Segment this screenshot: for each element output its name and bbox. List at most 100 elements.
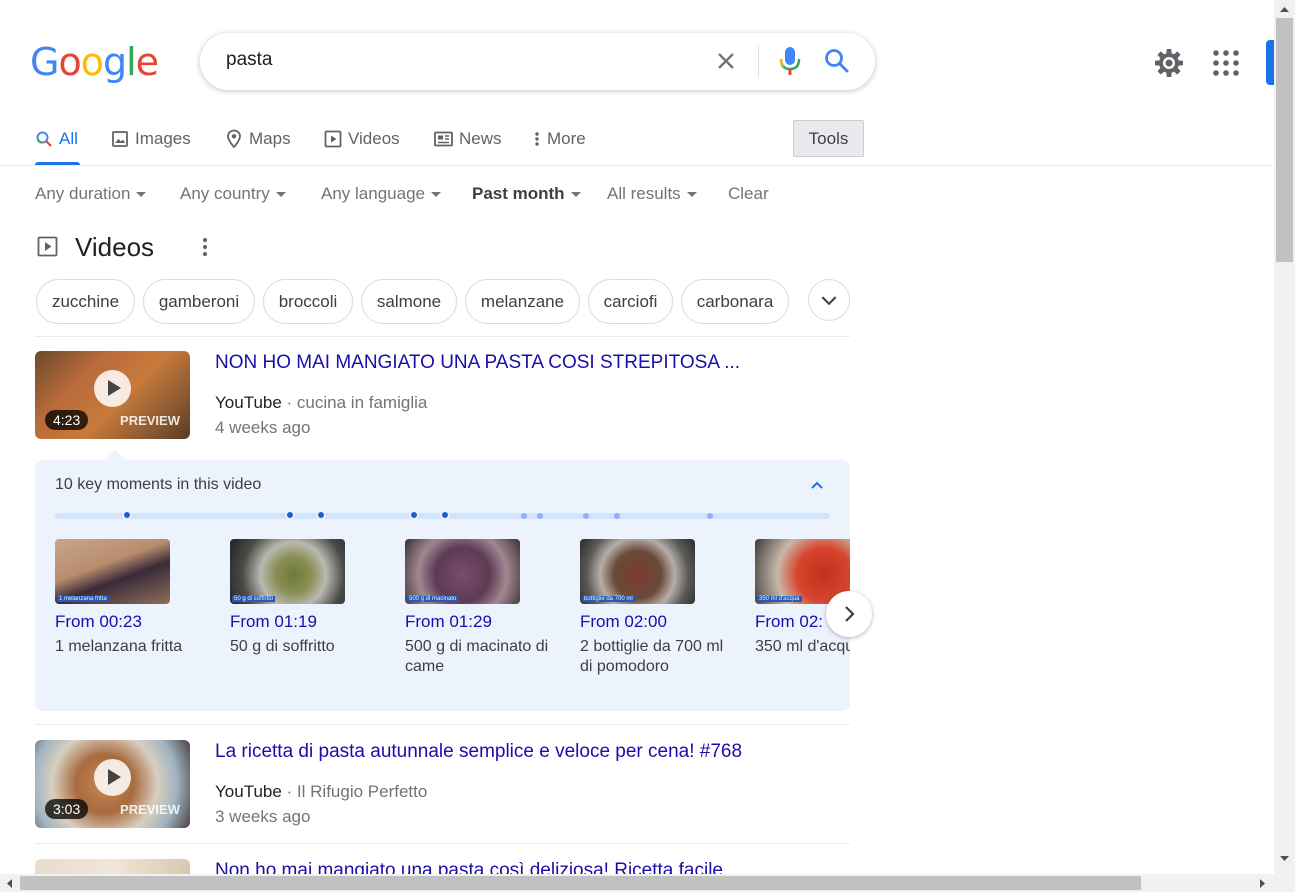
channel-name: · Il Rifugio Perfetto (286, 782, 428, 801)
timeline-marker[interactable] (707, 513, 713, 519)
settings-gear-icon[interactable] (1152, 46, 1186, 80)
tab-label: All (59, 129, 78, 148)
logo-letter: e (135, 40, 159, 84)
chip[interactable]: zucchine (36, 279, 135, 324)
key-moments-pointer (105, 450, 125, 460)
thumbnail-caption: 50 g di soffritto (232, 596, 276, 602)
dropdown-caret-icon (275, 191, 286, 197)
key-moment-description: 350 ml d'acqua (755, 638, 850, 655)
thumbnail-caption: bottiglie da 700 ml (582, 596, 635, 602)
play-icon (94, 370, 131, 407)
key-moment-time: From 01:19 (230, 612, 317, 631)
divider (35, 724, 850, 725)
chip[interactable]: broccoli (263, 279, 353, 324)
apps-grid-icon[interactable] (1210, 47, 1242, 79)
result-title-link[interactable]: La ricetta di pasta autunnale semplice e… (215, 741, 742, 763)
search-icon (36, 131, 52, 147)
video-duration: 4:23 (45, 410, 89, 430)
result-title-link[interactable]: NON HO MAI MANGIATO UNA PASTA COSI STREP… (215, 352, 740, 374)
tab-images[interactable]: Images (111, 126, 191, 152)
horizontal-scrollbar[interactable] (0, 874, 1295, 892)
timeline-marker[interactable] (122, 510, 132, 520)
clear-icon[interactable] (712, 47, 740, 75)
filter-clear[interactable]: Clear (728, 184, 769, 204)
thumbnail-caption: 1 melanzana fritta (57, 596, 109, 602)
tools-button[interactable]: Tools (793, 120, 864, 157)
chip[interactable]: carbonara (681, 279, 789, 324)
logo-letter: G (30, 40, 59, 84)
tab-videos[interactable]: Videos (324, 126, 400, 152)
key-moment-description: 500 g di macinato di came (405, 638, 549, 675)
more-vert-icon (535, 132, 539, 146)
chevron-right-icon[interactable] (826, 591, 872, 637)
key-moments-panel: 10 key moments in this video 1 melanzana… (35, 460, 850, 711)
filter-language[interactable]: Any language (321, 184, 441, 204)
timeline-marker[interactable] (409, 510, 419, 520)
filter-country[interactable]: Any country (180, 184, 286, 204)
timeline-marker[interactable] (583, 513, 589, 519)
tab-label: Maps (249, 129, 291, 148)
chevron-up-icon[interactable] (805, 474, 829, 496)
chevron-down-icon[interactable] (808, 279, 850, 321)
more-vert-icon[interactable] (196, 236, 214, 258)
video-thumbnail[interactable]: 4:23 PREVIEW (35, 351, 190, 439)
timeline-marker[interactable] (614, 513, 620, 519)
scroll-up-arrow-icon[interactable] (1279, 5, 1290, 13)
scroll-down-arrow-icon[interactable] (1279, 855, 1290, 863)
video-duration: 3:03 (45, 799, 89, 819)
scroll-left-arrow-icon[interactable] (5, 878, 13, 889)
search-divider (758, 45, 759, 77)
key-moment-thumbnail: bottiglie da 700 ml (580, 539, 695, 604)
dropdown-caret-icon (686, 191, 697, 197)
timeline-marker[interactable] (316, 510, 326, 520)
source-name: YouTube (215, 393, 282, 412)
tab-all[interactable]: All (35, 126, 78, 152)
chip[interactable]: gamberoni (143, 279, 255, 324)
timeline-marker[interactable] (440, 510, 450, 520)
video-thumbnail[interactable] (35, 859, 190, 874)
filter-label: Past month (472, 184, 565, 203)
key-moment-description: 1 melanzana fritta (55, 638, 183, 655)
chip[interactable]: melanzane (465, 279, 580, 324)
vertical-scrollbar[interactable] (1274, 0, 1295, 874)
preview-label: PREVIEW (120, 413, 180, 428)
key-moment-time: From 00:23 (55, 612, 142, 631)
logo-letter: g (102, 40, 127, 84)
search-icon[interactable] (822, 46, 852, 76)
key-moment[interactable]: 1 melanzana fritta From 00:23 1 melanzan… (55, 539, 205, 657)
key-moment[interactable]: bottiglie da 700 ml From 02:00 2 bottigl… (580, 539, 730, 677)
tab-label: Images (135, 129, 191, 148)
key-moment-thumbnail: 50 g di soffritto (230, 539, 345, 604)
microphone-icon[interactable] (775, 45, 805, 77)
filter-results[interactable]: All results (607, 184, 697, 204)
google-logo[interactable]: Google (30, 40, 159, 84)
chip[interactable]: salmone (361, 279, 457, 324)
timeline-marker[interactable] (537, 513, 543, 519)
channel-name: · cucina in famiglia (286, 393, 428, 412)
dropdown-caret-icon (570, 191, 581, 197)
divider (35, 843, 850, 844)
tab-maps[interactable]: Maps (225, 126, 291, 152)
timeline-marker[interactable] (521, 513, 527, 519)
video-thumbnail[interactable]: 3:03 PREVIEW (35, 740, 190, 828)
scroll-right-arrow-icon[interactable] (1259, 878, 1267, 889)
chip[interactable]: carciofi (588, 279, 673, 324)
result-title-link[interactable]: Non ho mai mangiato una pasta così deliz… (215, 860, 723, 874)
tab-news[interactable]: News (434, 126, 502, 152)
key-moment-description: 2 bottiglie da 700 ml di pomodoro (580, 638, 724, 675)
tab-label: More (547, 129, 586, 148)
tab-label: Videos (348, 129, 400, 148)
key-moment[interactable]: 500 g di macinato From 01:29 500 g di ma… (405, 539, 555, 677)
filter-time[interactable]: Past month (472, 184, 581, 204)
thumbnail-caption: 350 ml d'acqua (757, 596, 802, 602)
search-input[interactable] (226, 49, 686, 71)
key-moment[interactable]: 50 g di soffritto From 01:19 50 g di sof… (230, 539, 380, 657)
scrollbar-thumb[interactable] (1276, 18, 1293, 262)
scrollbar-thumb[interactable] (20, 876, 1141, 890)
tab-more[interactable]: More (533, 126, 586, 152)
filter-duration[interactable]: Any duration (35, 184, 147, 204)
thumbnail-caption: 500 g di macinato (407, 596, 459, 602)
source-name: YouTube (215, 782, 282, 801)
filter-label: Any country (180, 184, 270, 203)
timeline-marker[interactable] (285, 510, 295, 520)
